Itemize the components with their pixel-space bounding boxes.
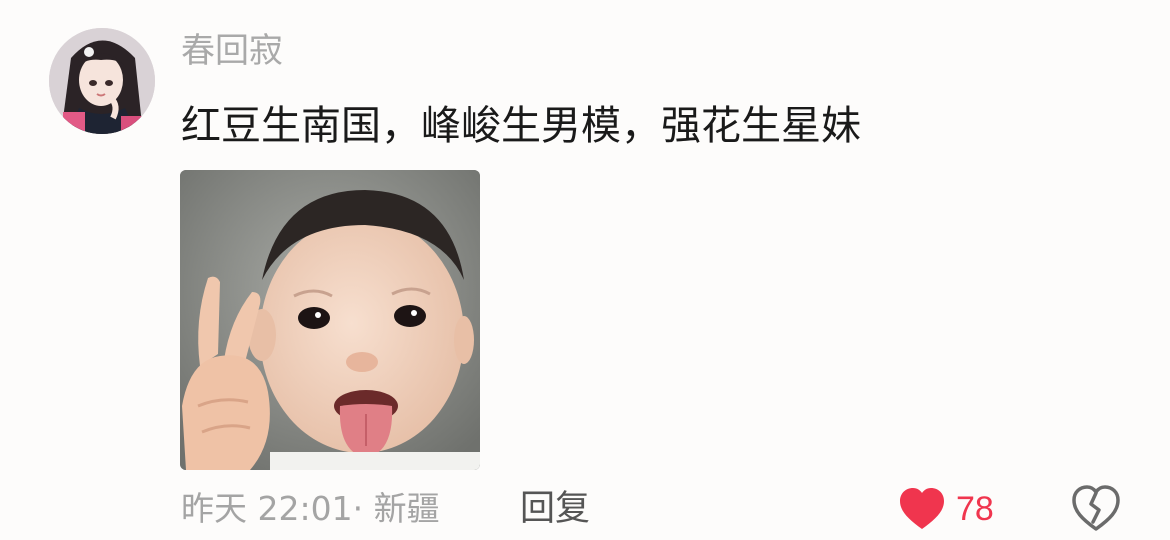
comment-item: 春回寂 红豆生南国，峰峻生男模，强花生星妹 昨天 22:01· 新疆 回复 78 bbox=[0, 0, 1170, 540]
meta-separator: · bbox=[352, 489, 364, 528]
broken-heart-icon bbox=[1072, 485, 1120, 531]
like-count: 78 bbox=[956, 489, 994, 528]
dislike-button[interactable] bbox=[1071, 484, 1121, 534]
like-button[interactable]: 78 bbox=[898, 482, 994, 536]
comment-text: 红豆生南国，峰峻生男模，强花生星妹 bbox=[181, 103, 861, 149]
avatar-image bbox=[49, 28, 155, 134]
user-avatar[interactable] bbox=[49, 28, 155, 134]
heart-icon bbox=[900, 488, 944, 529]
child-photo bbox=[180, 170, 480, 470]
comment-image[interactable] bbox=[180, 170, 480, 470]
comment-meta: 昨天 22:01· 新疆 bbox=[181, 486, 440, 532]
reply-button[interactable]: 回复 bbox=[520, 486, 590, 532]
comment-location: 新疆 bbox=[373, 489, 440, 528]
comment-time: 昨天 22:01 bbox=[181, 489, 353, 528]
username[interactable]: 春回寂 bbox=[181, 28, 283, 74]
